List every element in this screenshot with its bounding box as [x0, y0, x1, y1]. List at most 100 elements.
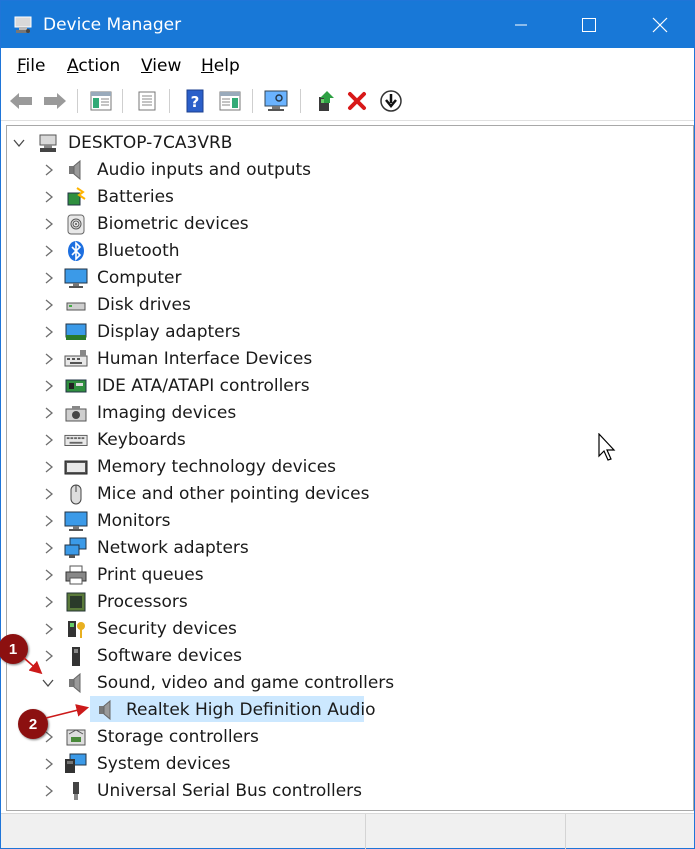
tree-category-label[interactable]: Security devices: [97, 618, 237, 640]
tree-category-label[interactable]: IDE ATA/ATAPI controllers: [97, 375, 310, 397]
expand-chevron-icon[interactable]: [43, 407, 55, 419]
expand-chevron-icon[interactable]: [43, 623, 55, 635]
help-book-icon: ?: [186, 89, 204, 113]
tree-category-label[interactable]: Memory technology devices: [97, 456, 336, 478]
menu-action[interactable]: Action: [67, 56, 120, 76]
software-device-icon: [64, 644, 88, 668]
mouse-icon: [64, 482, 88, 506]
forward-arrow-icon: [44, 93, 66, 109]
monitor-icon: [64, 509, 88, 533]
tree-category-label[interactable]: Network adapters: [97, 537, 249, 559]
tree-category-label[interactable]: System devices: [97, 753, 231, 775]
expand-chevron-icon[interactable]: [43, 758, 55, 770]
menu-view-accel: V: [141, 56, 153, 76]
action-pane-icon: [219, 91, 241, 111]
keyboard-icon: [64, 428, 88, 452]
tree-category-label[interactable]: Storage controllers: [97, 726, 259, 748]
expand-chevron-icon[interactable]: [43, 569, 55, 581]
expand-chevron-icon[interactable]: [43, 299, 55, 311]
toolbar-separator: [169, 89, 170, 113]
disable-device-button[interactable]: [377, 87, 405, 115]
maximize-icon: [582, 17, 596, 32]
tree-category-label[interactable]: Software devices: [97, 645, 242, 667]
tree-category-label[interactable]: Display adapters: [97, 321, 240, 343]
toolbar-separator: [122, 89, 123, 113]
expand-chevron-icon[interactable]: [43, 191, 55, 203]
action-pane-button[interactable]: [216, 87, 244, 115]
menu-view-label: iew: [152, 56, 182, 76]
tree-category-label[interactable]: Keyboards: [97, 429, 186, 451]
title-bar: Device Manager: [1, 1, 694, 48]
computer-root-icon: [36, 131, 60, 155]
tree-category-label[interactable]: Batteries: [97, 186, 174, 208]
tree-category-label[interactable]: Sound, video and game controllers: [97, 672, 394, 694]
ide-controller-icon: [64, 374, 88, 398]
back-button[interactable]: [7, 87, 35, 115]
tree-category-label[interactable]: Computer: [97, 267, 182, 289]
expand-chevron-icon[interactable]: [43, 785, 55, 797]
tree-category-label[interactable]: Print queues: [97, 564, 204, 586]
printer-icon: [64, 563, 88, 587]
memory-icon: [64, 455, 88, 479]
menu-action-label: ction: [78, 56, 121, 76]
tree-category-label[interactable]: Universal Serial Bus controllers: [97, 780, 362, 802]
expand-chevron-icon[interactable]: [43, 164, 55, 176]
expand-chevron-icon[interactable]: [43, 272, 55, 284]
expand-chevron-icon[interactable]: [43, 650, 55, 662]
device-manager-icon: [13, 15, 33, 35]
tree-category-label[interactable]: Bluetooth: [97, 240, 180, 262]
menu-file-label: ile: [25, 56, 46, 76]
speaker-icon: [64, 158, 88, 182]
tree-category-label[interactable]: Biometric devices: [97, 213, 249, 235]
tree-root-label[interactable]: DESKTOP-7CA3VRB: [68, 132, 232, 154]
forward-button[interactable]: [41, 87, 69, 115]
collapse-chevron-icon[interactable]: [42, 677, 54, 689]
annotation-badge-2: 2: [18, 709, 48, 739]
tree-device-label[interactable]: Realtek High Definition Audio: [126, 699, 376, 721]
back-arrow-icon: [10, 93, 32, 109]
menu-view[interactable]: View: [141, 56, 181, 76]
menu-help[interactable]: Help: [201, 56, 240, 76]
update-driver-button[interactable]: [311, 87, 339, 115]
expand-chevron-icon[interactable]: [43, 488, 55, 500]
tree-category-label[interactable]: Monitors: [97, 510, 170, 532]
tree-category-label[interactable]: Audio inputs and outputs: [97, 159, 311, 181]
maximize-button[interactable]: [566, 1, 612, 48]
show-hide-console-tree-button[interactable]: [87, 87, 115, 115]
expand-chevron-icon[interactable]: [43, 245, 55, 257]
tree-category-label[interactable]: Mice and other pointing devices: [97, 483, 369, 505]
tree-category-label[interactable]: Human Interface Devices: [97, 348, 312, 370]
scan-hardware-changes-button[interactable]: [262, 87, 290, 115]
bluetooth-icon: [64, 239, 88, 263]
help-button[interactable]: ?: [181, 87, 209, 115]
properties-icon: [138, 91, 156, 111]
expand-chevron-icon[interactable]: [43, 353, 55, 365]
tree-category-label[interactable]: Disk drives: [97, 294, 191, 316]
expand-chevron-icon[interactable]: [43, 515, 55, 527]
expand-chevron-icon[interactable]: [43, 596, 55, 608]
status-divider: [365, 814, 366, 849]
hid-icon: [64, 347, 88, 371]
menu-file[interactable]: File: [17, 56, 45, 76]
console-tree-icon: [90, 91, 112, 111]
status-bar: [1, 813, 694, 849]
tree-category-label[interactable]: Processors: [97, 591, 188, 613]
close-button[interactable]: [637, 1, 683, 48]
scan-monitor-icon: [264, 90, 288, 111]
tree-category-label[interactable]: Imaging devices: [97, 402, 236, 424]
storage-icon: [64, 725, 88, 749]
minimize-button[interactable]: [498, 1, 544, 48]
properties-button[interactable]: [133, 87, 161, 115]
expand-chevron-icon[interactable]: [43, 434, 55, 446]
expand-chevron-icon[interactable]: [43, 218, 55, 230]
expand-chevron-icon[interactable]: [43, 542, 55, 554]
expand-chevron-icon[interactable]: [43, 326, 55, 338]
processor-icon: [64, 590, 88, 614]
network-adapter-icon: [64, 536, 88, 560]
collapse-chevron-icon[interactable]: [13, 137, 25, 149]
red-x-icon: [348, 92, 366, 110]
uninstall-device-button[interactable]: [343, 87, 371, 115]
camera-icon: [64, 401, 88, 425]
expand-chevron-icon[interactable]: [43, 380, 55, 392]
expand-chevron-icon[interactable]: [43, 461, 55, 473]
